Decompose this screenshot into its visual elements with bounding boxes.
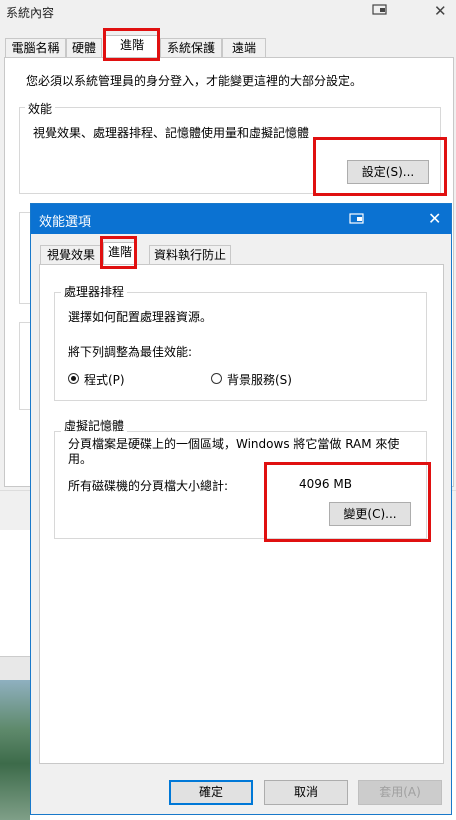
tab-computer-name[interactable]: 電腦名稱	[5, 38, 66, 58]
close-icon[interactable]: ✕	[434, 2, 447, 20]
close-icon[interactable]: ✕	[428, 209, 441, 228]
processor-scheduling-label: 處理器排程	[61, 283, 128, 300]
wallpaper-image	[0, 680, 30, 820]
tab-system-protection[interactable]: 系統保護	[160, 38, 222, 58]
tab-visual-effects[interactable]: 視覺效果	[40, 245, 102, 265]
highlight-dialog-advanced-tab	[100, 236, 137, 269]
ok-button[interactable]: 確定	[169, 780, 253, 805]
taskbar-strip	[0, 656, 30, 681]
window-title: 系統內容	[6, 6, 55, 20]
radio-checked-icon[interactable]	[68, 373, 79, 384]
tab-data-execution-prevention[interactable]: 資料執行防止	[149, 245, 231, 265]
apply-button: 套用(A)	[358, 780, 442, 805]
tab-hardware[interactable]: 硬體	[66, 38, 102, 58]
processor-description: 選擇如何配置處理器資源。	[68, 310, 213, 324]
highlight-change-button	[264, 462, 431, 542]
dialog-titlebar: 效能選項 ✕	[31, 204, 451, 234]
window-restore-icon[interactable]	[349, 213, 365, 225]
background-services-radio-label: 背景服務(S)	[227, 373, 292, 387]
performance-description: 視覺效果、處理器排程、記憶體使用量和虛擬記憶體	[33, 126, 310, 140]
performance-group-label: 效能	[25, 100, 56, 117]
adjust-label: 將下列調整為最佳效能:	[68, 345, 193, 359]
cancel-button[interactable]: 取消	[264, 780, 348, 805]
highlight-advanced-tab	[103, 28, 160, 61]
window-restore-icon[interactable]	[372, 4, 388, 16]
programs-radio-label: 程式(P)	[84, 373, 125, 387]
paging-total-label: 所有磁碟機的分頁檔大小總計:	[68, 479, 229, 493]
tab-remote[interactable]: 遠端	[222, 38, 266, 58]
highlight-settings-button	[313, 137, 447, 196]
admin-note: 您必須以系統管理員的身分登入，才能變更這裡的大部分設定。	[26, 74, 363, 88]
dialog-title: 效能選項	[39, 215, 92, 230]
virtual-memory-label: 虛擬記憶體	[61, 417, 128, 434]
radio-unchecked-icon[interactable]	[211, 373, 222, 384]
